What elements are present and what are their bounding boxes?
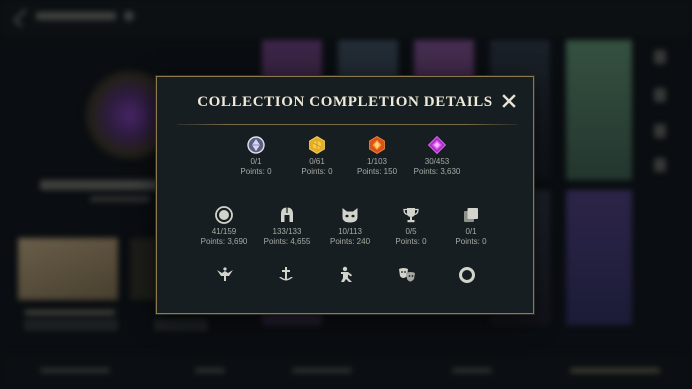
ward-icon: [279, 267, 293, 281]
crystal-orb-icon: [247, 136, 265, 154]
stat-cards: 0/1 Points: 0: [431, 205, 511, 247]
stat-points: Points: 3,630: [413, 167, 461, 176]
stat-points: Points: 0: [455, 237, 487, 246]
close-icon[interactable]: [501, 93, 517, 109]
stat-count: 30/453: [424, 157, 450, 166]
cards-icon: [464, 208, 478, 222]
title-divider: [177, 124, 517, 125]
trophy-icon: [403, 208, 419, 223]
masks-icon: [399, 268, 415, 282]
stat-count: 0/1: [465, 227, 477, 236]
emote-icon: [217, 267, 233, 281]
orange-gem-icon: [369, 136, 385, 154]
gold-gem-icon: [309, 136, 325, 154]
purple-gem-icon: [427, 135, 447, 155]
modal-title: COLLECTION COMPLETION DETAILS: [197, 94, 493, 110]
champion-pose-icon: [341, 266, 352, 282]
ring-icon: [459, 267, 475, 283]
cat-mask-icon: [342, 208, 358, 223]
helmet-icon: [281, 207, 293, 222]
stat-purple: 30/453 Points: 3,630: [397, 135, 477, 177]
collection-details-modal: COLLECTION COMPLETION DETAILS 0/1 Points…: [156, 76, 534, 314]
circle-icon: [215, 206, 233, 224]
